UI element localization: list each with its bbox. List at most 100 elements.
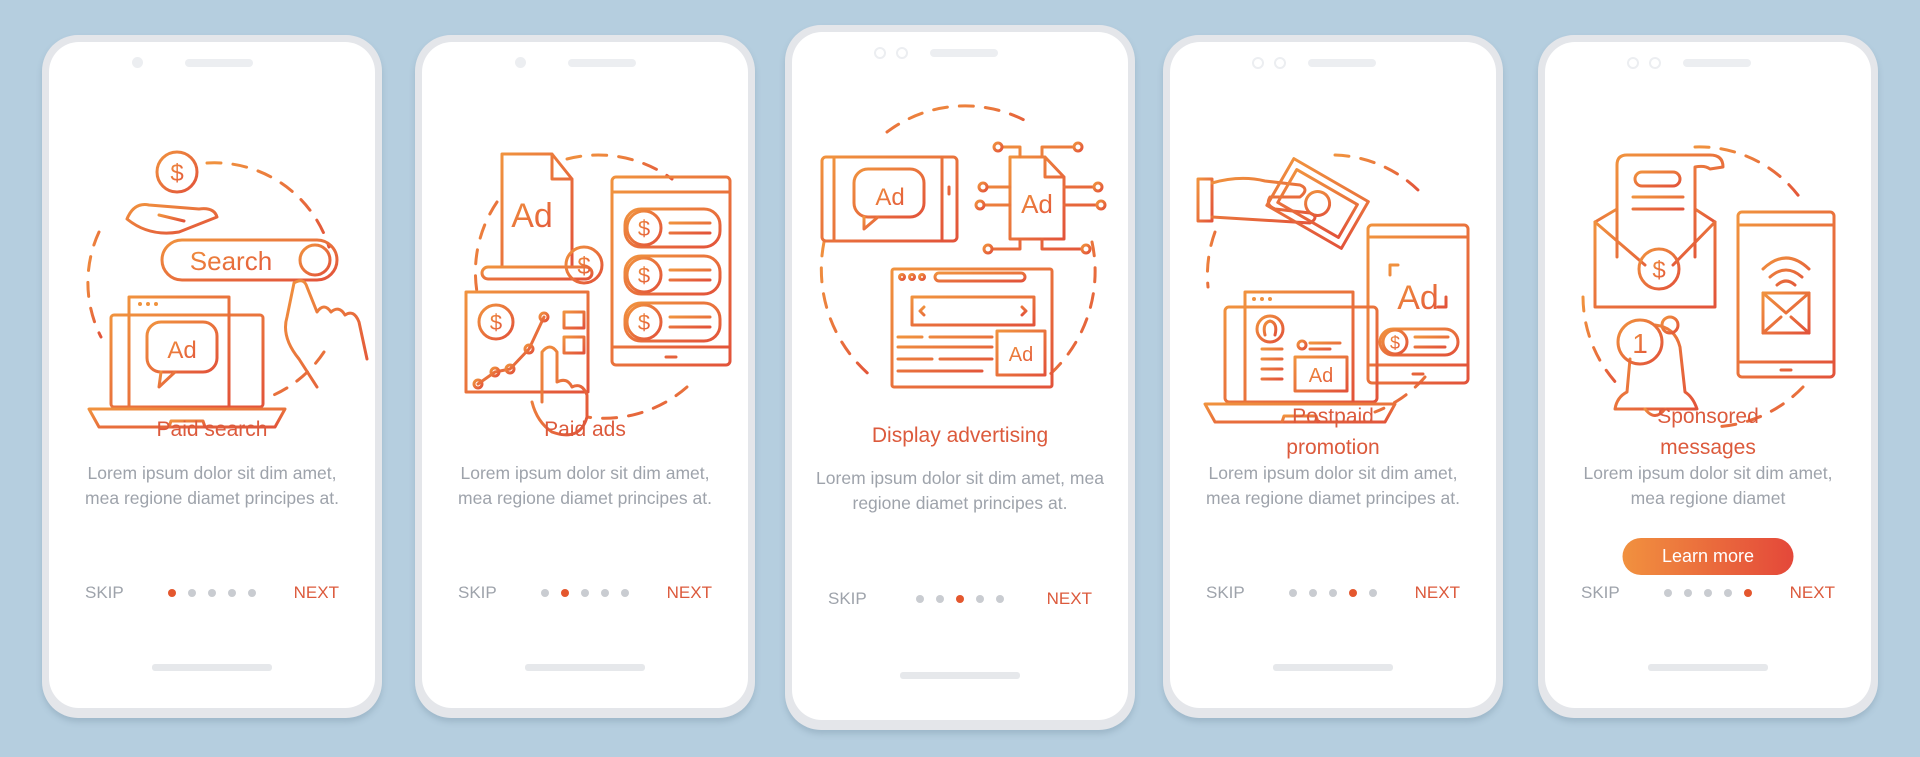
learn-more-button[interactable]: Learn more (1622, 538, 1794, 575)
card-title-line: promotion (1286, 436, 1380, 459)
onboarding-card-postpaid-promotion: Ad $ Ad Postpaid promotion Lorem ipsum d… (1163, 35, 1503, 718)
page-dot-5[interactable] (248, 589, 256, 597)
card-title-line: Postpaid (1292, 405, 1374, 428)
page-dot-1[interactable] (1289, 589, 1297, 597)
page-indicator (541, 589, 629, 597)
onboarding-nav: SKIP NEXT (792, 584, 1128, 614)
hand-coin-icon: Search $ (125, 150, 219, 235)
svg-text:$: $ (638, 263, 650, 288)
camera (132, 57, 143, 68)
card-title: Postpaid promotion (1170, 401, 1496, 463)
skip-button[interactable]: SKIP (85, 578, 124, 608)
svg-text:Ad: Ad (511, 197, 553, 235)
ad-circuit-icon: Ad (974, 141, 1107, 255)
svg-text:Ad: Ad (875, 184, 904, 211)
hand-money-icon (1196, 157, 1370, 250)
paid-ads-illustration: Ad $ $ $ $ $ (422, 97, 748, 437)
onboarding-nav: SKIP NEXT (1545, 578, 1871, 608)
camera (515, 57, 526, 68)
page-dot-2[interactable] (1684, 589, 1692, 597)
next-button[interactable]: NEXT (667, 578, 712, 608)
svg-text:Ad: Ad (1021, 189, 1053, 219)
page-dot-3[interactable] (581, 589, 589, 597)
page-dot-4[interactable] (1349, 589, 1357, 597)
skip-button[interactable]: SKIP (1206, 578, 1245, 608)
speaker (568, 59, 636, 67)
phone-ad-bubble-icon: Ad (820, 155, 959, 243)
page-dot-3[interactable] (1704, 589, 1712, 597)
page-dot-4[interactable] (976, 595, 984, 603)
page-indicator (1289, 589, 1377, 597)
page-dot-4[interactable] (1724, 589, 1732, 597)
card-title: Paid search (156, 418, 268, 441)
card-title-line: Sponsored (1657, 405, 1759, 428)
dashed-circle (205, 161, 331, 249)
onboarding-nav: SKIP NEXT (49, 578, 375, 608)
page-indicator (916, 595, 1004, 603)
postpaid-promotion-illustration: Ad $ Ad (1170, 97, 1496, 437)
page-dot-3[interactable] (208, 589, 216, 597)
card-description: Lorem ipsum dolor sit dim amet, mea regi… (1583, 463, 1833, 508)
sponsored-messages-illustration: $ 1 (1545, 97, 1871, 437)
page-dot-1[interactable] (168, 589, 176, 597)
onboarding-card-paid-ads: Ad $ $ $ $ $ Paid ads Lorem ipsum dolor … (415, 35, 755, 718)
phone-screen: Search $ Search (49, 42, 375, 708)
card-description: Lorem ipsum dolor sit dim amet, mea regi… (85, 463, 339, 508)
page-dot-5[interactable] (1369, 589, 1377, 597)
phone-screen: Ad $ $ $ $ $ Paid ads Lorem ipsum dolor … (422, 42, 748, 708)
svg-text:$: $ (638, 310, 650, 335)
page-dot-5[interactable] (1744, 589, 1752, 597)
sensor (1649, 57, 1661, 69)
camera (1252, 57, 1264, 69)
svg-text:Search: Search (190, 246, 272, 276)
onboarding-card-paid-search: Search $ Search (42, 35, 382, 718)
card-title: Display advertising (871, 424, 1049, 447)
page-dot-2[interactable] (1309, 589, 1317, 597)
onboarding-nav: SKIP NEXT (1170, 578, 1496, 608)
svg-text:$: $ (577, 253, 590, 280)
phone-screen: $ 1 Sponsored messages Lorem ipsum dolor… (1545, 42, 1871, 708)
skip-button[interactable]: SKIP (1581, 578, 1620, 608)
skip-button[interactable]: SKIP (828, 584, 867, 614)
page-dot-1[interactable] (916, 595, 924, 603)
speaker (185, 59, 253, 67)
next-button[interactable]: NEXT (1415, 578, 1460, 608)
page-dot-5[interactable] (996, 595, 1004, 603)
camera (874, 47, 886, 59)
sensor (896, 47, 908, 59)
phone-screen: Ad $ Ad Postpaid promotion Lorem ipsum d… (1170, 42, 1496, 708)
pointer-hand-icon (284, 279, 369, 389)
page-indicator (1664, 589, 1752, 597)
page-dot-1[interactable] (541, 589, 549, 597)
page-dot-4[interactable] (228, 589, 236, 597)
page-dot-2[interactable] (936, 595, 944, 603)
page-dot-1[interactable] (1664, 589, 1672, 597)
next-button[interactable]: NEXT (294, 578, 339, 608)
svg-text:$: $ (1652, 257, 1665, 284)
card-title: Paid ads (544, 418, 626, 441)
svg-text:$: $ (638, 216, 650, 241)
home-indicator (525, 664, 645, 671)
paid-search-illustration: Search $ Search (49, 97, 375, 437)
speaker (1308, 59, 1376, 67)
page-dot-3[interactable] (956, 595, 964, 603)
home-indicator (152, 664, 272, 671)
home-indicator (900, 672, 1020, 679)
page-dot-2[interactable] (561, 589, 569, 597)
phone-screen: Ad Ad Ad Display advertising Lorem ipsum… (792, 32, 1128, 720)
page-dot-5[interactable] (621, 589, 629, 597)
tablet-ad-icon: Ad $ (1366, 223, 1470, 385)
skip-button[interactable]: SKIP (458, 578, 497, 608)
page-dot-3[interactable] (1329, 589, 1337, 597)
onboarding-card-sponsored-messages: $ 1 Sponsored messages Lorem ipsum dolor… (1538, 35, 1878, 718)
next-button[interactable]: NEXT (1790, 578, 1835, 608)
tablet-payments-icon: $ $ $ (610, 175, 732, 367)
speaker (930, 49, 998, 57)
page-dot-2[interactable] (188, 589, 196, 597)
page-dot-4[interactable] (601, 589, 609, 597)
onboarding-card-display-advertising: Ad Ad Ad Display advertising Lorem ipsum… (785, 25, 1135, 730)
envelope-invoice-icon: $ (1593, 153, 1725, 309)
next-button[interactable]: NEXT (1047, 584, 1092, 614)
card-description: Lorem ipsum dolor sit dim amet, mea regi… (458, 463, 712, 508)
page-indicator (168, 589, 256, 597)
